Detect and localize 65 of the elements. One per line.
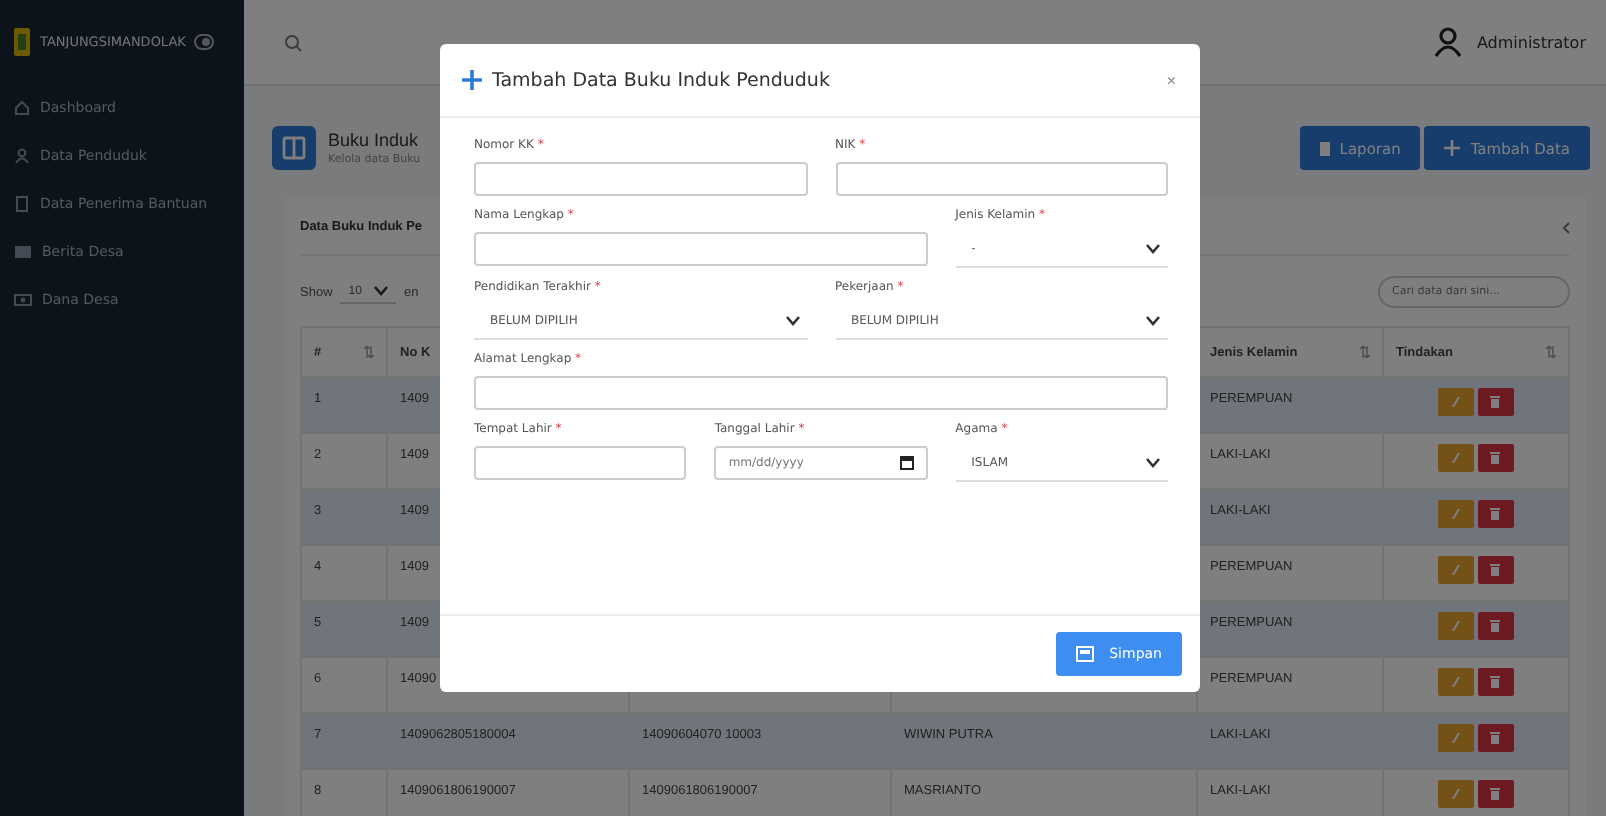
trash-icon (1490, 788, 1501, 800)
close-button[interactable]: × (1166, 71, 1176, 89)
edit-button[interactable] (1438, 612, 1475, 640)
pencil-icon (1452, 452, 1461, 464)
save-icon (1075, 646, 1094, 662)
document-icon (1319, 141, 1330, 155)
user-name[interactable]: Administrator (1476, 33, 1586, 51)
edit-button[interactable] (1438, 724, 1475, 752)
input-field[interactable] (474, 232, 928, 266)
user-icon[interactable] (1432, 26, 1465, 58)
pencil-icon (1452, 564, 1461, 576)
pencil-icon (1452, 732, 1461, 744)
edit-button[interactable] (1438, 444, 1475, 472)
toggle-icon[interactable] (193, 34, 214, 50)
plus-icon (462, 70, 482, 90)
document-icon (14, 196, 30, 212)
chevron-icon[interactable] (1562, 221, 1570, 233)
input-field[interactable] (474, 376, 1168, 410)
book-icon (272, 126, 316, 170)
edit-button[interactable] (1438, 780, 1475, 808)
trash-icon (1490, 396, 1501, 408)
chevron-down-icon (1146, 244, 1160, 254)
home-icon (14, 100, 30, 116)
chevron-down-icon (1146, 458, 1160, 468)
trash-icon (1490, 452, 1501, 464)
plus-icon (1444, 140, 1461, 156)
trash-icon (1490, 564, 1501, 576)
calendar-icon (899, 456, 914, 470)
chevron-down-icon (373, 286, 388, 296)
delete-button[interactable] (1477, 780, 1514, 808)
chevron-down-icon (1146, 316, 1160, 326)
input-field[interactable] (474, 162, 807, 196)
trash-icon (1490, 676, 1501, 688)
pencil-icon (1452, 620, 1461, 632)
page-title: Buku Induk (328, 130, 421, 150)
chevron-down-icon (785, 316, 799, 326)
trash-icon (1490, 732, 1501, 744)
pencil-icon (1452, 788, 1461, 800)
delete-button[interactable] (1477, 556, 1514, 584)
trash-icon (1490, 508, 1501, 520)
input-field[interactable] (835, 162, 1168, 196)
pencil-icon (1452, 396, 1461, 408)
edit-button[interactable] (1438, 668, 1475, 696)
delete-button[interactable] (1477, 388, 1514, 416)
pencil-icon (1452, 508, 1461, 520)
edit-button[interactable] (1438, 388, 1475, 416)
newspaper-icon (14, 244, 32, 260)
sort-icon[interactable] (1360, 345, 1370, 357)
sort-icon[interactable] (1546, 345, 1556, 357)
banknote-icon (14, 292, 32, 308)
delete-button[interactable] (1477, 500, 1514, 528)
dialog-title: Tambah Data Buku Induk Penduduk (492, 69, 832, 91)
logo-icon (12, 26, 32, 58)
edit-button[interactable] (1438, 556, 1475, 584)
delete-button[interactable] (1477, 668, 1514, 696)
delete-button[interactable] (1477, 724, 1514, 752)
pencil-icon (1452, 676, 1461, 688)
delete-button[interactable] (1477, 444, 1514, 472)
edit-button[interactable] (1438, 500, 1475, 528)
delete-button[interactable] (1477, 612, 1514, 640)
trash-icon (1490, 620, 1501, 632)
sort-icon[interactable] (364, 345, 374, 357)
input-field[interactable] (474, 446, 687, 480)
person-icon (14, 148, 30, 164)
search-icon[interactable] (284, 33, 302, 51)
